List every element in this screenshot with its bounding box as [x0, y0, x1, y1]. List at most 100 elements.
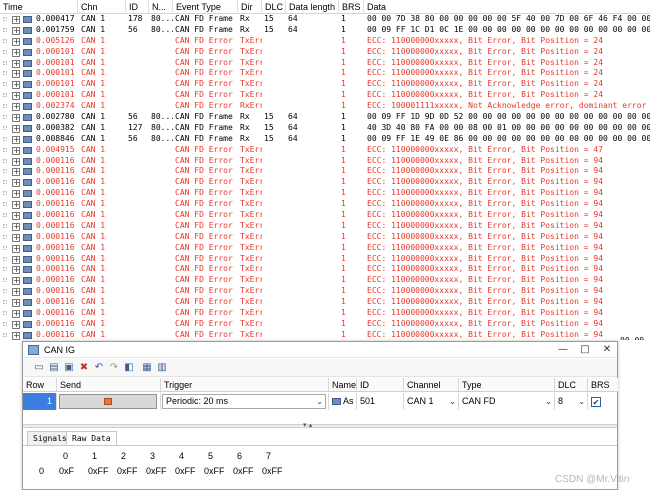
- trace-row[interactable]: +0.002374 CAN 1 CAN FD Error RxErr 1 ECC: 100…: [0, 101, 650, 112]
- minimize-button[interactable]: —: [553, 342, 573, 358]
- expand-icon[interactable]: +: [12, 201, 20, 210]
- trace-row[interactable]: +0.002780 CAN 1 56 80... CAN FD Frame Rx 15 64 1…: [0, 112, 650, 123]
- trace-row[interactable]: +0.000116 CAN 1 CAN FD Error TxErr 1 ECC: 110…: [0, 308, 650, 319]
- id-cell[interactable]: 501: [357, 393, 404, 410]
- expand-icon[interactable]: +: [12, 114, 20, 123]
- expand-icon[interactable]: +: [12, 157, 20, 166]
- toggle-view-icon[interactable]: ◧: [123, 362, 135, 374]
- maximize-button[interactable]: □: [575, 342, 595, 358]
- type-cell[interactable]: CAN FD ⌄: [459, 393, 555, 410]
- col-header-chn[interactable]: Chn: [78, 0, 126, 14]
- trace-row[interactable]: +0.005126 CAN 1 CAN FD Error TxErr 1 ECC: 110…: [0, 36, 650, 47]
- table-view-icon[interactable]: ▦: [141, 362, 153, 374]
- expand-icon[interactable]: +: [12, 16, 20, 24]
- expand-icon[interactable]: +: [12, 48, 20, 57]
- expand-icon[interactable]: +: [12, 103, 20, 112]
- expand-icon[interactable]: +: [12, 59, 20, 68]
- name-cell[interactable]: As: [329, 393, 357, 410]
- trace-row[interactable]: +0.000116 CAN 1 CAN FD Error TxErr 1 ECC: 110…: [0, 286, 650, 297]
- byte-value[interactable]: 0xFF: [146, 466, 174, 476]
- expand-icon[interactable]: +: [12, 277, 20, 286]
- chevron-down-icon[interactable]: ⌄: [449, 393, 456, 410]
- expand-icon[interactable]: +: [12, 233, 20, 242]
- expand-icon[interactable]: +: [12, 331, 20, 340]
- trace-row[interactable]: +0.000101 CAN 1 CAN FD Error TxErr 1 ECC: 110…: [0, 47, 650, 58]
- trace-row[interactable]: +0.000116 CAN 1 CAN FD Error TxErr 1 ECC: 110…: [0, 264, 650, 275]
- trace-row[interactable]: +0.000116 CAN 1 CAN FD Error TxErr 1 ECC: 110…: [0, 319, 650, 330]
- expand-icon[interactable]: +: [12, 212, 20, 221]
- expand-icon[interactable]: +: [12, 222, 20, 231]
- copy-row-icon[interactable]: ▣: [63, 362, 75, 374]
- expand-icon[interactable]: +: [12, 255, 20, 264]
- expand-icon[interactable]: +: [12, 310, 20, 319]
- tab-raw-data[interactable]: Raw Data: [66, 431, 117, 445]
- expand-icon[interactable]: +: [12, 146, 20, 155]
- expand-icon[interactable]: +: [12, 135, 20, 144]
- trace-row[interactable]: +0.000101 CAN 1 CAN FD Error TxErr 1 ECC: 110…: [0, 79, 650, 90]
- trace-row[interactable]: +0.000116 CAN 1 CAN FD Error TxErr 1 ECC: 110…: [0, 166, 650, 177]
- trace-row[interactable]: +0.000116 CAN 1 CAN FD Error TxErr 1 ECC: 110…: [0, 254, 650, 265]
- trace-row[interactable]: +0.008846 CAN 1 56 80... CAN FD Frame Rx 15 64 1…: [0, 134, 650, 145]
- grid-row-number[interactable]: 1: [23, 393, 57, 410]
- chevron-down-icon[interactable]: ⌄: [578, 393, 585, 410]
- add-message-icon[interactable]: ▭: [33, 362, 45, 374]
- brs-checkbox[interactable]: ✔: [591, 396, 601, 407]
- trigger-cell[interactable]: Periodic: 20 ms ⌄: [161, 393, 329, 410]
- expand-icon[interactable]: +: [12, 266, 20, 275]
- expand-icon[interactable]: +: [12, 70, 20, 79]
- add-signal-icon[interactable]: ▤: [48, 362, 60, 374]
- trace-row[interactable]: +0.000116 CAN 1 CAN FD Error TxErr 1 ECC: 110…: [0, 199, 650, 210]
- expand-icon[interactable]: +: [12, 288, 20, 297]
- trace-row[interactable]: +0.000116 CAN 1 CAN FD Error TxErr 1 ECC: 110…: [0, 243, 650, 254]
- col-header-dlc[interactable]: DLC: [262, 0, 286, 14]
- byte-value[interactable]: 0xFF: [88, 466, 116, 476]
- trace-row[interactable]: +0.000101 CAN 1 CAN FD Error TxErr 1 ECC: 110…: [0, 90, 650, 101]
- byte-value[interactable]: 0xFF: [117, 466, 145, 476]
- expand-icon[interactable]: +: [12, 92, 20, 101]
- trace-row[interactable]: +0.000116 CAN 1 CAN FD Error TxErr 1 ECC: 110…: [0, 188, 650, 199]
- trace-row[interactable]: +0.000116 CAN 1 CAN FD Error TxErr 1 ECC: 110…: [0, 297, 650, 308]
- trace-row[interactable]: +0.000116 CAN 1 CAN FD Error TxErr 1 ECC: 110…: [0, 330, 650, 340]
- col-header-name[interactable]: N...: [149, 0, 173, 14]
- col-header-data[interactable]: Data: [364, 0, 650, 14]
- send-cell[interactable]: [57, 393, 161, 410]
- trace-row[interactable]: +0.000116 CAN 1 CAN FD Error TxErr 1 ECC: 110…: [0, 156, 650, 167]
- expand-icon[interactable]: +: [12, 244, 20, 253]
- redo-icon[interactable]: ↷: [108, 362, 120, 374]
- expand-icon[interactable]: +: [12, 299, 20, 308]
- trace-row[interactable]: +0.000101 CAN 1 CAN FD Error TxErr 1 ECC: 110…: [0, 68, 650, 79]
- trace-row[interactable]: +0.000417 CAN 1 178 80... CAN FD Frame Rx 15 64…: [0, 14, 650, 25]
- chevron-down-icon[interactable]: ⌄: [545, 393, 552, 410]
- trace-row[interactable]: +0.000116 CAN 1 CAN FD Error TxErr 1 ECC: 110…: [0, 275, 650, 286]
- trace-row[interactable]: +0.004915 CAN 1 CAN FD Error TxErr 1 ECC: 110…: [0, 145, 650, 156]
- col-header-brs[interactable]: BRS: [339, 0, 364, 14]
- expand-icon[interactable]: +: [12, 124, 20, 133]
- can-ig-titlebar[interactable]: CAN IG — □ ✕: [23, 342, 617, 358]
- trace-row[interactable]: +0.000116 CAN 1 CAN FD Error TxErr 1 ECC: 110…: [0, 210, 650, 221]
- trigger-select[interactable]: Periodic: 20 ms ⌄: [162, 394, 326, 409]
- expand-icon[interactable]: +: [12, 320, 20, 329]
- channel-cell[interactable]: CAN 1 ⌄: [404, 393, 459, 410]
- save-icon[interactable]: ▥: [156, 362, 168, 374]
- byte-value[interactable]: 0xF: [59, 466, 87, 476]
- expand-icon[interactable]: +: [12, 37, 20, 46]
- col-header-data-length[interactable]: Data length: [286, 0, 339, 14]
- byte-value[interactable]: 0xFF: [204, 466, 232, 476]
- trace-row[interactable]: +0.000382 CAN 1 127 80... CAN FD Frame Rx 15 64…: [0, 123, 650, 134]
- delete-icon[interactable]: ✖: [78, 362, 90, 374]
- brs-cell[interactable]: ✔: [588, 393, 618, 410]
- expand-icon[interactable]: +: [12, 168, 20, 177]
- expand-icon[interactable]: +: [12, 179, 20, 188]
- byte-value[interactable]: 0xFF: [262, 466, 290, 476]
- expand-icon[interactable]: +: [12, 81, 20, 90]
- col-header-event-type[interactable]: Event Type: [173, 0, 238, 14]
- trace-row[interactable]: +0.000116 CAN 1 CAN FD Error TxErr 1 ECC: 110…: [0, 232, 650, 243]
- trace-row[interactable]: +0.001759 CAN 1 56 80... CAN FD Frame Rx 15 64 1…: [0, 25, 650, 36]
- col-header-id[interactable]: ID: [126, 0, 149, 14]
- pane-splitter[interactable]: ▾ ▴: [23, 421, 617, 429]
- send-button[interactable]: [59, 394, 157, 409]
- dlc-cell[interactable]: 8 ⌄: [555, 393, 588, 410]
- byte-value[interactable]: 0xFF: [233, 466, 261, 476]
- expand-icon[interactable]: +: [12, 26, 20, 35]
- trace-row[interactable]: +0.000116 CAN 1 CAN FD Error TxErr 1 ECC: 110…: [0, 221, 650, 232]
